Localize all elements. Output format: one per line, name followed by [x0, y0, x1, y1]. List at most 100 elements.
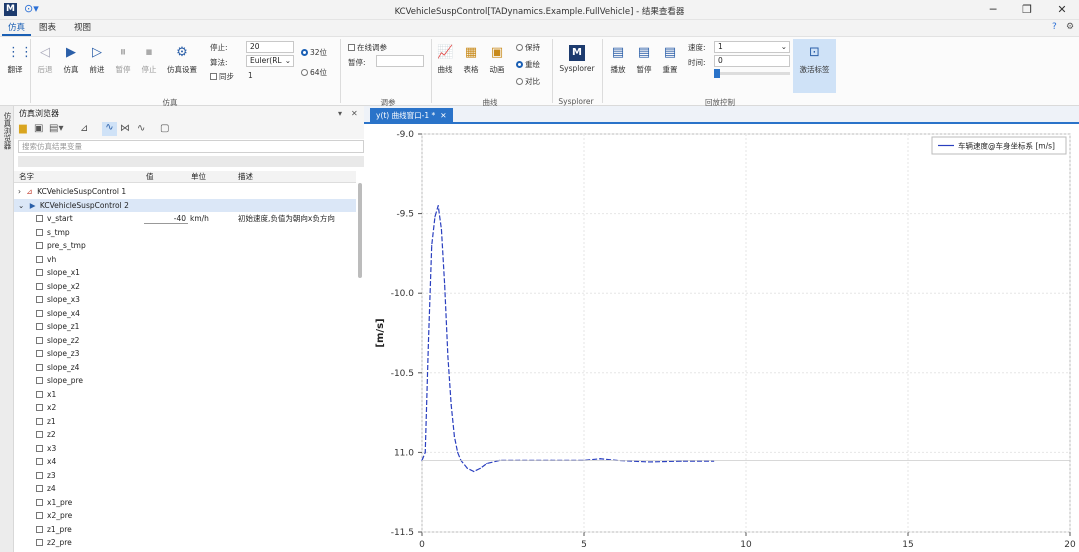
set-label-button[interactable]: ⊡ 激活标签	[793, 39, 836, 93]
variable-row[interactable]: slope_z3	[14, 347, 356, 361]
variable-checkbox[interactable]	[36, 431, 43, 438]
variable-row[interactable]: z3	[14, 469, 356, 483]
variable-row[interactable]: x2	[14, 401, 356, 415]
variable-checkbox[interactable]	[36, 417, 43, 425]
variable-checkbox[interactable]	[36, 282, 43, 290]
variable-row[interactable]: x1	[14, 388, 356, 402]
variable-row[interactable]: s_tmp	[14, 226, 356, 240]
tree-node-result-1[interactable]: › ⊿ KCVehicleSuspControl 1	[14, 185, 356, 199]
curve-button[interactable]: 📈 曲线	[434, 45, 456, 75]
variable-checkbox[interactable]	[36, 350, 43, 357]
maximize-icon[interactable]: ❐	[1010, 0, 1044, 20]
variable-checkbox[interactable]	[36, 404, 43, 411]
playback-pause-button[interactable]: ▤ 暂停	[632, 45, 656, 75]
plot-window-tab[interactable]: y(t) 曲线窗口-1 * ✕	[370, 108, 453, 123]
speed-select[interactable]: 1 ⌄	[714, 41, 790, 53]
variable-row[interactable]: x4	[14, 455, 356, 469]
variable-checkbox[interactable]	[36, 377, 43, 384]
reset-button[interactable]: ▤ 重置	[658, 45, 682, 75]
stop-time-input[interactable]: 20	[246, 41, 294, 53]
variable-checkbox[interactable]	[36, 485, 43, 492]
compare-radio[interactable]: 对比	[516, 76, 540, 87]
wave-icon[interactable]: ∿	[137, 123, 145, 134]
bit32-radio[interactable]: 32位	[301, 47, 327, 58]
variable-checkbox[interactable]	[36, 512, 43, 519]
variable-row[interactable]: z2	[14, 428, 356, 442]
algorithm-select[interactable]: Euler(RL ⌄	[246, 55, 294, 67]
plot-icon[interactable]: ⊿	[80, 123, 88, 134]
variable-search-input[interactable]: 搜索仿真结果变量	[18, 140, 364, 153]
expand-arrow-icon[interactable]: ›	[18, 187, 21, 196]
sysplorer-button[interactable]: M Sysplorer	[555, 45, 599, 73]
col-name[interactable]: 名字	[19, 171, 34, 183]
variable-row[interactable]: x1_pre	[14, 496, 356, 510]
variable-row[interactable]: slope_x1	[14, 266, 356, 280]
layout-icon[interactable]: ▢	[160, 123, 169, 134]
variable-checkbox[interactable]	[36, 498, 43, 506]
variable-checkbox[interactable]	[36, 363, 43, 371]
settings-icon[interactable]: ⚙	[1066, 22, 1074, 32]
tree-node-result-2[interactable]: ⌄ ▶ KCVehicleSuspControl 2	[14, 198, 356, 212]
tab-close-icon[interactable]: ✕	[440, 111, 446, 120]
keep-radio[interactable]: 保持	[516, 42, 540, 53]
variable-row[interactable]: x3	[14, 442, 356, 456]
variable-row[interactable]: v_start -40 km/h 初始速度,负值为朝向x负方向	[14, 212, 356, 226]
side-strip-label[interactable]: 仿真浏览器	[2, 112, 13, 150]
sim-settings-button[interactable]: ⚙ 仿真设置	[163, 45, 201, 75]
animation-button[interactable]: ▣ 动画	[486, 45, 508, 75]
variable-checkbox[interactable]	[36, 269, 43, 276]
variable-row[interactable]: z4	[14, 482, 356, 496]
play-button[interactable]: ▤ 播放	[606, 45, 630, 75]
pause-input[interactable]	[376, 55, 424, 67]
variable-row[interactable]: slope_z4	[14, 361, 356, 375]
variable-row[interactable]: z1	[14, 415, 356, 429]
variable-checkbox[interactable]	[36, 390, 43, 398]
bit64-radio[interactable]: 64位	[301, 67, 327, 78]
variable-checkbox[interactable]	[36, 525, 43, 533]
variable-checkbox[interactable]	[36, 309, 43, 317]
filter-icon[interactable]: ⋈	[120, 123, 130, 134]
variable-row[interactable]: x2_pre	[14, 509, 356, 523]
variable-row[interactable]: slope_x3	[14, 293, 356, 307]
help-icon[interactable]: ?	[1052, 22, 1057, 32]
line-chart[interactable]: 0 5 10 15 20 -9.0 -9.5 -10.0 -10.5 11.0 -11.5 [m/s]…	[364, 126, 1079, 552]
variable-checkbox[interactable]	[36, 296, 43, 303]
variable-row[interactable]: z2_pre	[14, 536, 356, 550]
variable-row[interactable]: slope_x2	[14, 280, 356, 294]
variable-row[interactable]: z1_pre	[14, 523, 356, 537]
table-button[interactable]: ▦ 表格	[460, 45, 482, 75]
col-desc[interactable]: 描述	[238, 171, 253, 183]
folder-open-icon[interactable]: ▆	[19, 123, 27, 134]
variable-row[interactable]: vh	[14, 253, 356, 267]
variable-row[interactable]: pre_s_tmp	[14, 239, 356, 253]
tab-simulation[interactable]: 仿真	[2, 21, 32, 36]
browser-scrollbar[interactable]	[358, 183, 362, 278]
variable-checkbox[interactable]	[36, 228, 43, 236]
slider-thumb[interactable]	[714, 69, 720, 78]
variable-checkbox[interactable]	[36, 458, 43, 465]
variable-checkbox[interactable]	[36, 323, 43, 330]
curve-mode-icon[interactable]: ∿	[102, 122, 117, 136]
col-value[interactable]: 值	[146, 171, 154, 183]
time-input[interactable]: 0	[714, 55, 790, 67]
tab-view[interactable]: 视图	[68, 21, 97, 36]
export-icon[interactable]: ▤▾	[49, 123, 63, 134]
variable-row[interactable]: slope_x4	[14, 307, 356, 321]
tab-chart[interactable]: 图表	[33, 21, 62, 36]
variable-checkbox[interactable]	[36, 444, 43, 452]
panel-menu-icon[interactable]: ▾	[338, 106, 342, 121]
close-icon[interactable]: ✕	[1045, 0, 1079, 20]
save-icon[interactable]: ▣	[34, 123, 43, 134]
panel-close-icon[interactable]: ✕	[351, 106, 358, 121]
forward-button[interactable]: ▷ 前进	[85, 45, 109, 75]
variable-checkbox[interactable]	[36, 336, 43, 344]
variable-checkbox[interactable]	[36, 539, 43, 546]
variable-checkbox[interactable]	[36, 242, 43, 249]
simulate-button[interactable]: ▶ 仿真	[59, 45, 83, 75]
variable-row[interactable]: slope_z1	[14, 320, 356, 334]
back-button[interactable]: ◁ 后退	[33, 45, 57, 75]
time-slider[interactable]	[714, 69, 790, 78]
online-params-checkbox[interactable]: 在线调参	[348, 42, 387, 53]
stop-button[interactable]: ⏹ 停止	[137, 45, 161, 75]
sync-checkbox[interactable]: 同步	[210, 71, 234, 82]
